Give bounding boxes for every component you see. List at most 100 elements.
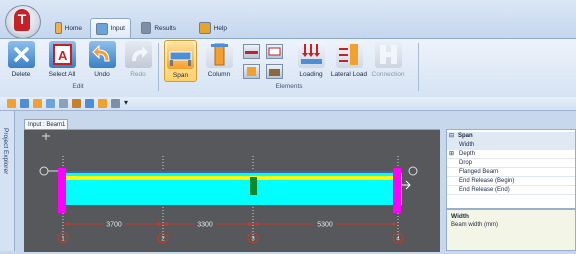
property-label: Flanged Beam	[459, 169, 499, 175]
property-label: End Release (Begin)	[459, 178, 515, 184]
group-separator	[418, 43, 419, 91]
home-icon	[55, 22, 62, 34]
delete-label: Delete	[11, 71, 31, 78]
right-arrow-icon	[401, 180, 411, 190]
expand-icon[interactable]: ⊞	[449, 150, 454, 158]
beam-top-flange	[60, 176, 402, 180]
tab-label: Results	[154, 24, 176, 32]
connection-button[interactable]: Connection	[369, 40, 407, 82]
quick-access-toolbar: ▾	[0, 97, 576, 111]
property-label: Depth	[459, 151, 476, 157]
settings-icon[interactable]	[111, 99, 120, 108]
redo-icon	[124, 41, 152, 68]
ribbon-panel: Delete A Select All Undo Redo Edit Span …	[0, 38, 576, 98]
support-element-icon[interactable]	[243, 64, 260, 79]
print-icon[interactable]	[46, 99, 55, 108]
app-logo-icon: T	[14, 9, 30, 31]
property-row-end-release-end[interactable]: End Release (End)	[447, 186, 575, 195]
edit-group-label: Edit	[72, 83, 84, 90]
svg-text:A: A	[58, 48, 68, 63]
tab-help[interactable]: Help	[194, 18, 232, 38]
help-icon	[199, 22, 211, 34]
origin-marker-icon	[42, 133, 50, 140]
save-icon[interactable]	[33, 99, 42, 108]
input-icon	[96, 22, 108, 35]
property-label: Drop	[459, 160, 473, 166]
undo-label: Undo	[94, 71, 110, 78]
span-button[interactable]: Span	[164, 40, 197, 82]
left-support	[58, 168, 66, 213]
delete-button[interactable]: Delete	[6, 40, 36, 82]
elements-group-label: Elements	[275, 83, 303, 90]
application-menu-button[interactable]: T	[5, 5, 41, 39]
project-explorer-label[interactable]: Project Explorer	[2, 128, 9, 174]
property-row-depth[interactable]: ⊞ Depth	[447, 150, 575, 159]
grid-bubble-label: 4	[396, 237, 400, 243]
open-file-icon[interactable]	[20, 99, 29, 108]
node-circle	[39, 166, 49, 176]
dimension-label: 5300	[317, 222, 333, 229]
chart-icon[interactable]	[72, 99, 81, 108]
ribbon-tab-bar: T Home Input Results Help	[0, 0, 576, 39]
property-category-span[interactable]: ⊟ Span	[447, 132, 575, 141]
column-marker	[250, 177, 257, 195]
property-description-panel: Width Beam width (mm)	[446, 209, 576, 251]
right-support	[393, 168, 401, 213]
wall-element-icon[interactable]	[266, 64, 283, 79]
description-title: Width	[451, 213, 469, 220]
new-file-icon[interactable]	[7, 99, 16, 108]
beam-drawing: 3700 3300 5300 1 2 3 4	[39, 133, 418, 244]
customize-dropdown-icon[interactable]: ▾	[124, 98, 128, 107]
lateral-load-button[interactable]: Lateral Load	[330, 40, 368, 82]
property-row-width[interactable]: Width	[447, 141, 575, 150]
property-row-drop[interactable]: Drop	[447, 159, 575, 168]
loading-label: Loading	[299, 71, 323, 78]
node-circle	[408, 166, 418, 176]
dimension-label: 3700	[106, 222, 122, 229]
column-icon	[205, 41, 233, 68]
tab-results[interactable]: Results	[136, 18, 181, 38]
select-all-button[interactable]: A Select All	[44, 40, 80, 82]
view-icon[interactable]	[85, 99, 94, 108]
tab-home[interactable]: Home	[50, 18, 87, 38]
connection-label: Connection	[371, 71, 405, 78]
group-separator	[158, 43, 159, 91]
redo-label: Redo	[130, 71, 146, 78]
delete-icon	[7, 41, 35, 68]
span-label: Span	[172, 72, 189, 79]
undo-icon	[88, 41, 116, 68]
property-row-end-release-begin[interactable]: End Release (Begin)	[447, 177, 575, 186]
beam-top-edge	[60, 171, 402, 173]
property-row-flanged-beam[interactable]: Flanged Beam	[447, 168, 575, 177]
tool-icon[interactable]	[59, 99, 68, 108]
grid-bubble-label: 3	[251, 237, 255, 243]
lateral-load-icon	[335, 41, 363, 68]
span-icon	[167, 42, 194, 69]
loading-button[interactable]: Loading	[296, 40, 326, 82]
property-grid: ⊟ Span Width ⊞ Depth Drop Flanged Beam E…	[446, 129, 576, 209]
grid-bubble-label: 2	[161, 237, 165, 243]
slab-element-icon[interactable]	[266, 44, 283, 59]
lateral-load-label: Lateral Load	[330, 71, 368, 78]
property-label: Span	[458, 133, 473, 139]
report-icon[interactable]	[98, 99, 107, 108]
tab-label: Input	[110, 25, 125, 32]
select-all-label: Select All	[48, 71, 76, 78]
drawing-canvas[interactable]: 3700 3300 5300 1 2 3 4	[24, 129, 440, 252]
tab-label: Help	[213, 24, 227, 32]
column-button[interactable]: Column	[204, 40, 234, 82]
collapse-icon[interactable]: ⊟	[449, 132, 454, 140]
tab-label: Home	[64, 24, 82, 32]
dimension-label: 3300	[197, 222, 213, 229]
property-label: Width	[459, 142, 475, 148]
connection-icon	[374, 41, 402, 68]
property-label: End Release (End)	[459, 187, 510, 193]
document-tab[interactable]: Input : Beam1	[24, 119, 68, 129]
beam-element-icon[interactable]	[243, 44, 260, 59]
loading-icon	[297, 41, 325, 68]
redo-button[interactable]: Redo	[124, 40, 152, 82]
undo-button[interactable]: Undo	[88, 40, 116, 82]
results-icon	[141, 22, 152, 34]
tab-input[interactable]: Input	[90, 18, 131, 38]
column-label: Column	[207, 71, 231, 78]
